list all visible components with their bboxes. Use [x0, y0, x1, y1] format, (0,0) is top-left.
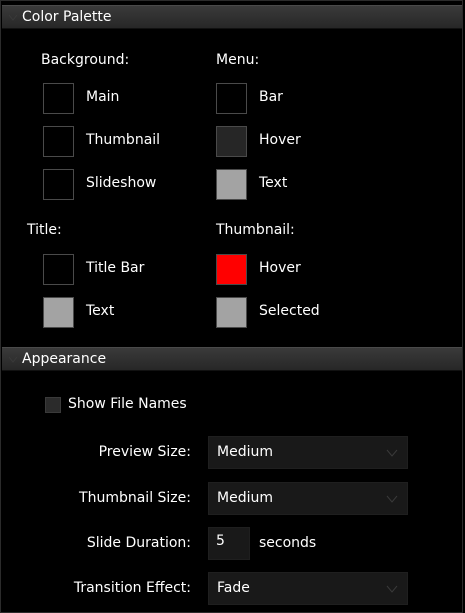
show-file-names-checkbox[interactable] [45, 397, 61, 413]
select-value: Medium [217, 490, 273, 506]
section-title: Appearance [22, 351, 107, 367]
color-swatch[interactable] [216, 83, 247, 114]
swatch-label: Hover [259, 132, 301, 148]
section-title: Color Palette [22, 9, 112, 25]
transition-effect-label: Transition Effect: [73, 580, 191, 596]
swatch-label: Hover [259, 260, 301, 276]
color-swatch[interactable] [43, 297, 74, 328]
preview-size-select[interactable]: Medium [208, 436, 408, 469]
menu-heading: Menu: [216, 52, 260, 68]
swatch-label: Text [259, 175, 288, 191]
select-value: Fade [217, 580, 250, 596]
background-heading: Background: [41, 52, 130, 68]
title-heading: Title: [27, 222, 62, 238]
show-file-names-label[interactable]: Show File Names [68, 396, 187, 412]
slide-duration-label: Slide Duration: [86, 535, 191, 551]
swatch-label: Title Bar [86, 260, 145, 276]
input-value: 5 [216, 533, 225, 549]
swatch-label: Text [86, 303, 115, 319]
thumbnail-heading: Thumbnail: [216, 222, 295, 238]
select-value: Medium [217, 444, 273, 460]
chevron-down-icon [386, 495, 398, 503]
preview-size-label: Preview Size: [98, 444, 191, 460]
swatch-label: Bar [259, 89, 283, 105]
chevron-down-icon [8, 14, 18, 21]
color-swatch[interactable] [216, 126, 247, 157]
transition-effect-select[interactable]: Fade [208, 572, 408, 605]
settings-panel: Color Palette Background: Main Thumbnail… [0, 0, 463, 613]
seconds-label: seconds [259, 535, 317, 551]
color-swatch[interactable] [43, 83, 74, 114]
color-swatch[interactable] [43, 254, 74, 285]
chevron-down-icon [386, 449, 398, 457]
thumbnail-size-select[interactable]: Medium [208, 482, 408, 515]
color-swatch[interactable] [216, 297, 247, 328]
color-swatch[interactable] [216, 254, 247, 285]
chevron-down-icon [386, 585, 398, 593]
color-swatch[interactable] [216, 169, 247, 200]
chevron-down-icon [8, 356, 18, 363]
appearance-header[interactable]: Appearance [2, 347, 462, 371]
swatch-label: Slideshow [86, 175, 157, 191]
slide-duration-input[interactable]: 5 [208, 527, 250, 560]
swatch-label: Selected [259, 303, 320, 319]
thumbnail-size-label: Thumbnail Size: [79, 490, 191, 506]
swatch-label: Main [86, 89, 120, 105]
swatch-label: Thumbnail [86, 132, 161, 148]
color-swatch[interactable] [43, 126, 74, 157]
color-palette-header[interactable]: Color Palette [2, 5, 462, 29]
color-swatch[interactable] [43, 169, 74, 200]
